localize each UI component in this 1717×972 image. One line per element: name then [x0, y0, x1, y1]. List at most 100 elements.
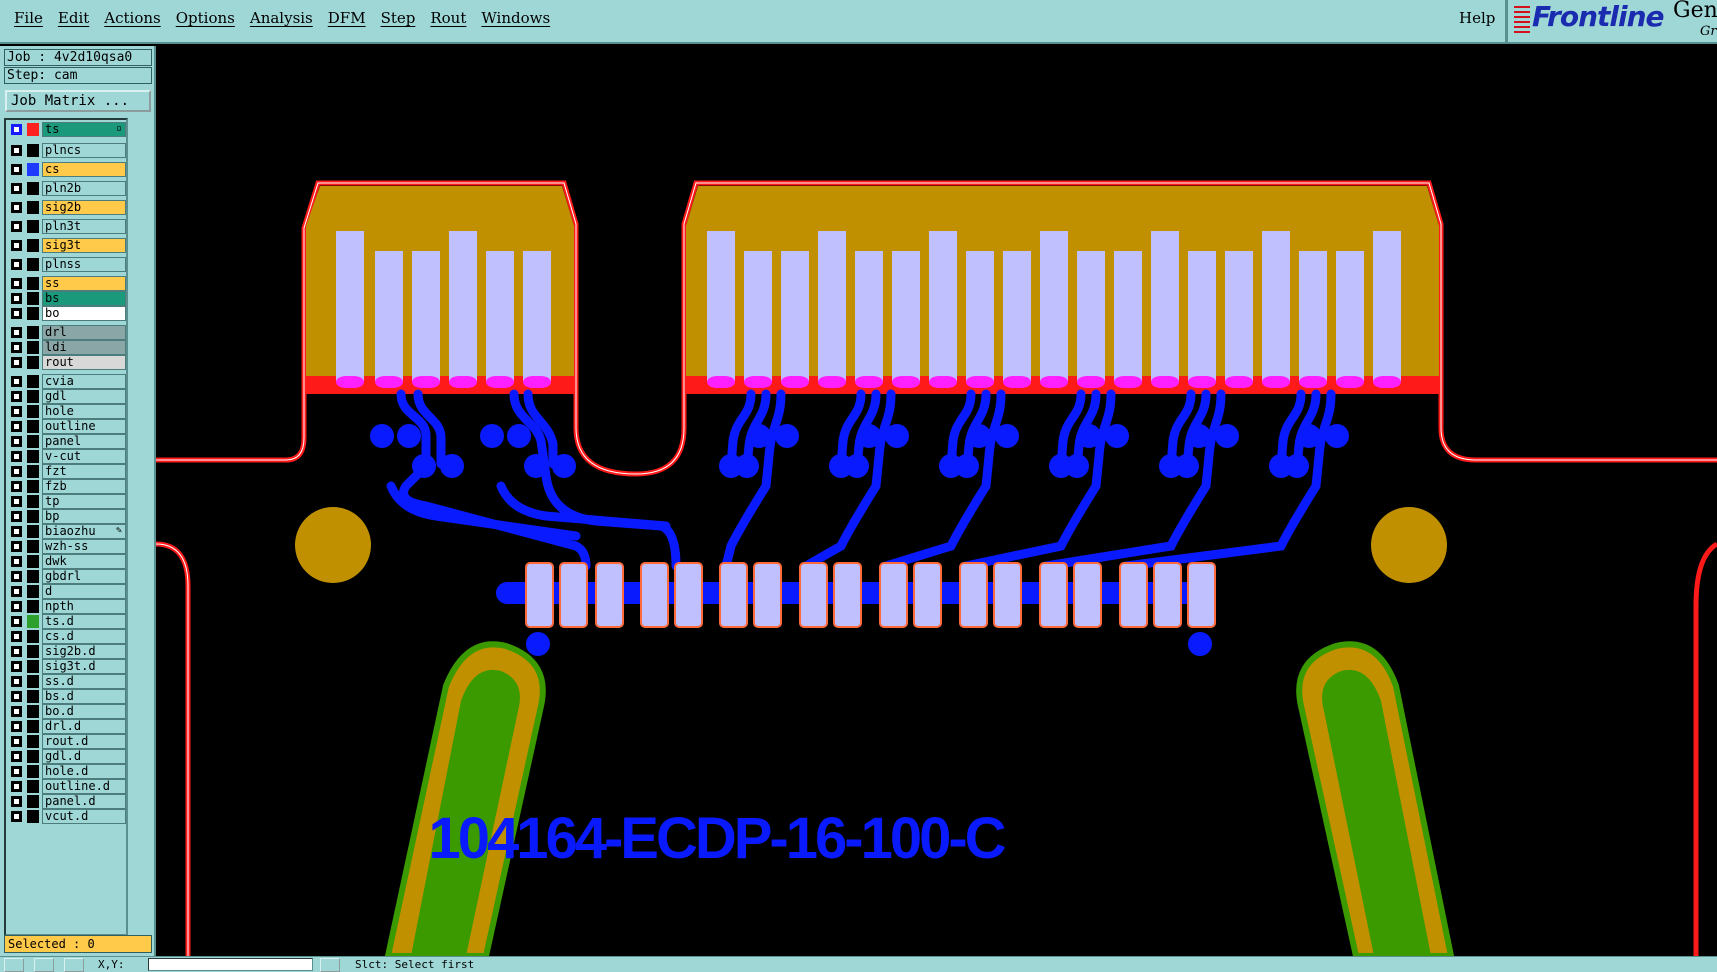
layer-color-swatch[interactable] [27, 420, 39, 433]
layer-checkbox[interactable] [11, 240, 22, 251]
layer-name[interactable]: bo [42, 306, 126, 321]
layer-color-swatch[interactable] [27, 690, 39, 703]
layer-row-ss-d[interactable]: ss.d [8, 674, 126, 689]
layer-color-swatch[interactable] [27, 810, 39, 823]
layer-color-swatch[interactable] [27, 182, 39, 195]
layer-name[interactable]: sig3t.d [42, 659, 126, 674]
layer-checkbox[interactable] [11, 706, 22, 717]
layer-color-swatch[interactable] [27, 555, 39, 568]
layer-checkbox[interactable] [11, 293, 22, 304]
layer-checkbox[interactable] [11, 586, 22, 597]
layer-checkbox[interactable] [11, 571, 22, 582]
layer-name[interactable]: fzb [42, 479, 126, 494]
layer-row-npth[interactable]: npth [8, 599, 126, 614]
layer-name[interactable]: ts [42, 122, 126, 137]
graphics-canvas[interactable]: 104164-ECDP-16-100-C [156, 46, 1717, 956]
layer-checkbox[interactable] [11, 721, 22, 732]
layer-checkbox[interactable] [11, 496, 22, 507]
layer-checkbox[interactable] [11, 751, 22, 762]
layer-checkbox[interactable] [11, 376, 22, 387]
layer-color-swatch[interactable] [27, 495, 39, 508]
layer-name[interactable]: pln3t [42, 219, 126, 234]
layer-row-outline-d[interactable]: outline.d [8, 779, 126, 794]
layer-color-swatch[interactable] [27, 277, 39, 290]
layer-name[interactable]: drl [42, 325, 126, 340]
layer-name[interactable]: vcut.d [42, 809, 126, 824]
layer-color-swatch[interactable] [27, 258, 39, 271]
layer-name[interactable]: cvia [42, 374, 126, 389]
layer-checkbox[interactable] [11, 357, 22, 368]
layer-name[interactable]: drl.d [42, 719, 126, 734]
layer-name[interactable]: v-cut [42, 449, 126, 464]
menu-help[interactable]: Help [1459, 9, 1495, 27]
layer-row-gdl-d[interactable]: gdl.d [8, 749, 126, 764]
layer-color-swatch[interactable] [27, 765, 39, 778]
layer-color-swatch[interactable] [27, 450, 39, 463]
menu-edit[interactable]: Edit [58, 9, 89, 27]
layer-checkbox[interactable] [11, 202, 22, 213]
layer-name[interactable]: bs.d [42, 689, 126, 704]
layer-color-swatch[interactable] [27, 795, 39, 808]
layer-row-sig2b[interactable]: sig2b [8, 200, 126, 215]
layer-row-d[interactable]: d [8, 584, 126, 599]
pcb-view[interactable]: 104164-ECDP-16-100-C [156, 46, 1717, 956]
layer-checkbox[interactable] [11, 391, 22, 402]
layer-checkbox[interactable] [11, 766, 22, 777]
layer-row-fzb[interactable]: fzb [8, 479, 126, 494]
layer-row-bo-d[interactable]: bo.d [8, 704, 126, 719]
layer-checkbox[interactable] [11, 736, 22, 747]
layer-name[interactable]: biaozhu [42, 524, 126, 539]
layer-name[interactable]: hole.d [42, 764, 126, 779]
layer-color-swatch[interactable] [27, 705, 39, 718]
layer-color-swatch[interactable] [27, 405, 39, 418]
layer-row-cs-d[interactable]: cs.d [8, 629, 126, 644]
layer-color-swatch[interactable] [27, 585, 39, 598]
layer-checkbox[interactable] [11, 259, 22, 270]
layer-color-swatch[interactable] [27, 390, 39, 403]
layer-color-swatch[interactable] [27, 239, 39, 252]
layer-row-drl-d[interactable]: drl.d [8, 719, 126, 734]
layer-checkbox[interactable] [11, 616, 22, 627]
layer-name[interactable]: outline [42, 419, 126, 434]
layer-name[interactable]: tp [42, 494, 126, 509]
layer-checkbox[interactable] [11, 631, 22, 642]
layer-checkbox[interactable] [11, 556, 22, 567]
layer-checkbox[interactable] [11, 466, 22, 477]
layer-row-rout[interactable]: rout [8, 355, 126, 370]
layer-color-swatch[interactable] [27, 735, 39, 748]
layer-row-tp[interactable]: tp [8, 494, 126, 509]
layer-checkbox[interactable] [11, 406, 22, 417]
layer-color-swatch[interactable] [27, 645, 39, 658]
layer-row-outline[interactable]: outline [8, 419, 126, 434]
layer-color-swatch[interactable] [27, 163, 39, 176]
status-button-3[interactable] [64, 958, 84, 972]
layer-row-drl[interactable]: drl [8, 325, 126, 340]
layer-color-swatch[interactable] [27, 540, 39, 553]
layer-row-bs-d[interactable]: bs.d [8, 689, 126, 704]
layer-row-hole-d[interactable]: hole.d [8, 764, 126, 779]
layer-checkbox[interactable] [11, 691, 22, 702]
layer-name[interactable]: cs [42, 162, 126, 177]
layer-row-sig2b-d[interactable]: sig2b.d [8, 644, 126, 659]
layer-row-sig3t[interactable]: sig3t [8, 238, 126, 253]
layer-color-swatch[interactable] [27, 480, 39, 493]
layer-checkbox[interactable] [11, 342, 22, 353]
layer-color-swatch[interactable] [27, 660, 39, 673]
menu-options[interactable]: Options [176, 9, 235, 27]
layer-row-gbdrl[interactable]: gbdrl [8, 569, 126, 584]
layer-row-hole[interactable]: hole [8, 404, 126, 419]
layer-color-swatch[interactable] [27, 600, 39, 613]
layer-name[interactable]: sig2b [42, 200, 126, 215]
layer-checkbox[interactable] [11, 601, 22, 612]
layer-name[interactable]: gdl [42, 389, 126, 404]
layer-checkbox[interactable] [11, 781, 22, 792]
layer-checkbox[interactable] [11, 124, 22, 135]
status-button-4[interactable] [320, 958, 340, 972]
layer-color-swatch[interactable] [27, 630, 39, 643]
layer-color-swatch[interactable] [27, 356, 39, 369]
layer-row-gdl[interactable]: gdl [8, 389, 126, 404]
layer-row-ts-d[interactable]: ts.d [8, 614, 126, 629]
layer-name[interactable]: ss.d [42, 674, 126, 689]
layer-color-swatch[interactable] [27, 510, 39, 523]
menu-dfm[interactable]: DFM [328, 9, 366, 27]
